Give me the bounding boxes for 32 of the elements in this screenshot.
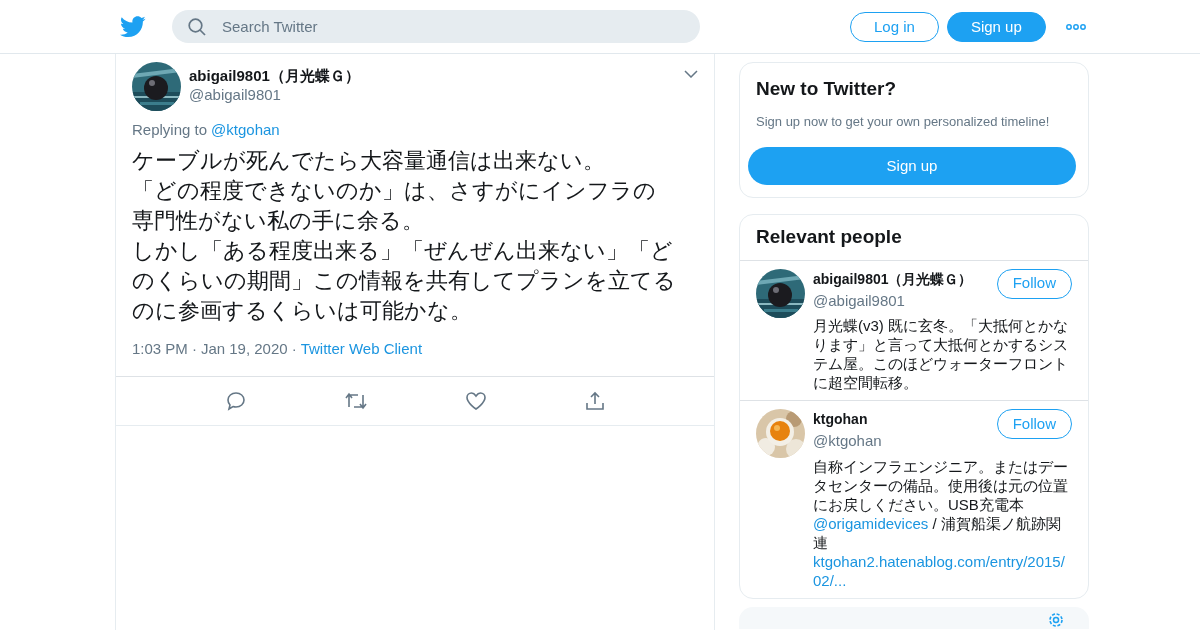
- follow-button[interactable]: Follow: [996, 268, 1072, 299]
- tweet-text: のに参画するくらいは可能かな。: [132, 296, 473, 325]
- replying-label: Replying to: [132, 120, 208, 140]
- tweet-date[interactable]: Jan 19, 2020: [200, 337, 288, 360]
- login-button[interactable]: Log in: [850, 11, 939, 42]
- signup-button[interactable]: Sign up: [748, 147, 1076, 185]
- card-subtitle: Sign up now to get your own personalized timeline!: [755, 112, 1051, 131]
- user-handle[interactable]: @ktgohan: [813, 430, 882, 453]
- tweet-text: ケーブルが死んでたら大容量通信は出来ない。: [132, 146, 606, 175]
- mention-link[interactable]: @ktgohan: [211, 119, 280, 142]
- tweet-text: しかし「ある程度出来る」「ぜんぜん出来ない」「ど: [132, 236, 674, 265]
- card-title: New to Twitter?: [755, 77, 898, 101]
- display-name[interactable]: ktgohan: [813, 409, 882, 430]
- tweet-time[interactable]: 1:03 PM: [132, 337, 188, 360]
- user-handle[interactable]: @abigail9801: [813, 289, 973, 312]
- user-bio: 月光蝶(v3) 既に玄冬。「大抵何とかなります」と言って大抵何とかするシステム屋。このほどウォーターフロントに超空間転移。: [813, 316, 1069, 392]
- tweet-text: 「どの程度できないのか」は、さすがにインフラの: [132, 176, 657, 205]
- signup-button[interactable]: Sign up: [946, 11, 1046, 42]
- search-field[interactable]: Search Twitter: [172, 10, 700, 43]
- user-handle[interactable]: @abigail9801: [189, 85, 684, 104]
- separator-dot: ·: [191, 338, 197, 359]
- display-name[interactable]: abigail9801（月光蝶Ｇ）: [189, 66, 684, 85]
- user-bio: 自称インフラエンジニア。またはデータセンターの備品。使用後は元の位置にお戻しください。USB充電本 @origamidevices / 浦賀船渠ノ航跡関連 ktgohan2.hatenablog.com/entry/2015/02/...: [813, 456, 1071, 590]
- source-link[interactable]: Twitter Web Client: [300, 337, 423, 360]
- bio-link[interactable]: ktgohan2.hatenablog.com/entry/2015/02/...: [813, 551, 1071, 590]
- follow-button[interactable]: Follow: [996, 409, 1072, 439]
- separator-dot: ·: [291, 338, 297, 359]
- display-name[interactable]: abigail9801（月光蝶Ｇ）: [813, 268, 973, 290]
- tweet-text: 専門性がない私の手に余る。: [132, 206, 425, 235]
- card-title: Relevant people: [755, 225, 903, 249]
- bio-link[interactable]: @origamidevices: [813, 514, 929, 532]
- tweet-text: のくらいの期間」この情報を共有してプランを立てる: [132, 266, 677, 295]
